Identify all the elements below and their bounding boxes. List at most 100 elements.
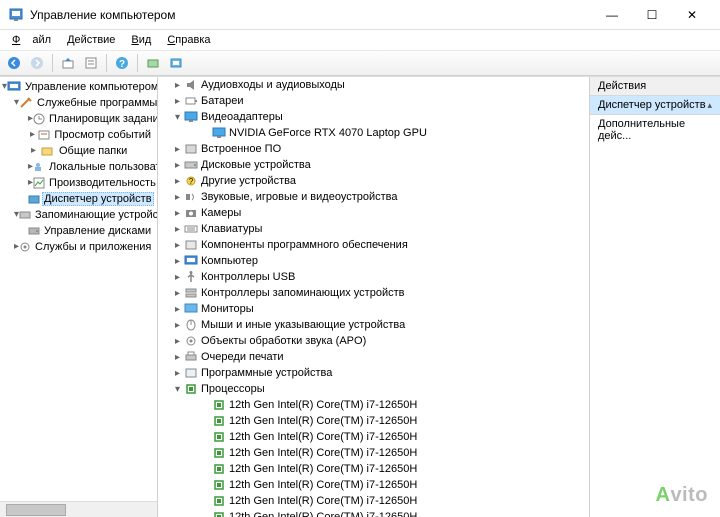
disk-icon (183, 158, 199, 172)
dev-cpu-core[interactable]: 12th Gen Intel(R) Core(TM) i7-12650H (158, 445, 589, 461)
dev-software[interactable]: ▸Компоненты программного обеспечения (158, 237, 589, 253)
dev-keyboard[interactable]: ▸Клавиатуры (158, 221, 589, 237)
dev-cpu-core[interactable]: 12th Gen Intel(R) Core(TM) i7-12650H (158, 413, 589, 429)
device-label: Камеры (201, 207, 241, 219)
expand-icon[interactable]: ▸ (172, 208, 183, 219)
expand-icon[interactable]: ▸ (172, 320, 183, 331)
menu-bar: Файл Действие Вид Справка (0, 30, 720, 50)
tree-group-storage[interactable]: ▾Запоминающие устройст (0, 207, 157, 223)
tree-item-shared[interactable]: ▸Общие папки (0, 143, 157, 159)
dev-other[interactable]: ▸?Другие устройства (158, 173, 589, 189)
console-tree[interactable]: ▾ Управление компьютером (лс ▾ Служебные… (0, 77, 157, 501)
mouse-icon (183, 318, 199, 332)
print-icon (183, 350, 199, 364)
dev-firmware[interactable]: ▸Встроенное ПО (158, 141, 589, 157)
expand-icon[interactable]: ▸ (172, 176, 183, 187)
actions-context[interactable]: Диспетчер устройств ▴ (590, 96, 720, 115)
menu-view[interactable]: Вид (125, 33, 157, 47)
menu-help[interactable]: Справка (161, 33, 216, 47)
close-button[interactable]: ✕ (672, 0, 712, 30)
computer-icon (7, 80, 21, 94)
device-label: Контроллеры запоминающих устройств (201, 287, 404, 299)
dev-gpu[interactable]: NVIDIA GeForce RTX 4070 Laptop GPU (158, 125, 589, 141)
cpu-icon (211, 446, 227, 460)
hscrollbar[interactable] (0, 501, 157, 517)
tree-item-scheduler[interactable]: ▸Планировщик заданий (0, 111, 157, 127)
apo-icon (183, 334, 199, 348)
expand-icon[interactable]: ▸ (172, 336, 183, 347)
dev-cpu-core[interactable]: 12th Gen Intel(R) Core(TM) i7-12650H (158, 509, 589, 517)
collapse-icon[interactable]: ▾ (172, 112, 183, 123)
maximize-button[interactable]: ☐ (632, 0, 672, 30)
chevron-up-icon[interactable]: ▴ (707, 100, 712, 111)
dev-monitor[interactable]: ▸Мониторы (158, 301, 589, 317)
expand-icon[interactable]: ▸ (172, 352, 183, 363)
device-label: 12th Gen Intel(R) Core(TM) i7-12650H (229, 511, 417, 517)
software-icon (183, 238, 199, 252)
dev-cpu-core[interactable]: 12th Gen Intel(R) Core(TM) i7-12650H (158, 429, 589, 445)
menu-action[interactable]: Действие (61, 33, 121, 47)
scrollbar-thumb[interactable] (6, 504, 66, 516)
dev-video[interactable]: ▾ Видеоадаптеры (158, 109, 589, 125)
device-tree-pane[interactable]: ▸Аудиовходы и аудиовыходы▸Батареи ▾ Видеоа… (158, 77, 590, 517)
tree-group-services[interactable]: ▸Службы и приложения (0, 239, 157, 255)
expand-icon[interactable]: ▸ (172, 80, 183, 91)
dev-cpu-core[interactable]: 12th Gen Intel(R) Core(TM) i7-12650H (158, 477, 589, 493)
tree-item-users[interactable]: ▸Локальные пользовате (0, 159, 157, 175)
dev-cpu-core[interactable]: 12th Gen Intel(R) Core(TM) i7-12650H (158, 493, 589, 509)
expand-icon[interactable]: ▸ (172, 368, 183, 379)
expand-icon[interactable]: ▸ (172, 288, 183, 299)
device-label: 12th Gen Intel(R) Core(TM) i7-12650H (229, 479, 417, 491)
collapse-icon[interactable]: ▾ (172, 384, 183, 395)
actions-more[interactable]: Дополнительные дейс... (590, 115, 720, 145)
tree-item-eventviewer[interactable]: ▸Просмотр событий (0, 127, 157, 143)
console-tree-pane: ▾ Управление компьютером (лс ▾ Служебные… (0, 77, 158, 517)
tree-root[interactable]: ▾ Управление компьютером (лс (0, 79, 157, 95)
expand-icon[interactable]: ▸ (172, 224, 183, 235)
keyboard-icon (183, 222, 199, 236)
firmware-icon (183, 142, 199, 156)
expand-icon[interactable]: ▸ (172, 160, 183, 171)
properties-button[interactable] (81, 53, 101, 73)
back-button[interactable] (4, 53, 24, 73)
forward-button[interactable] (27, 53, 47, 73)
dev-apo[interactable]: ▸ Объекты обработки звука (APO) (158, 333, 589, 349)
dev-cpu-core[interactable]: 12th Gen Intel(R) Core(TM) i7-12650H (158, 397, 589, 413)
dev-print[interactable]: ▸Очереди печати (158, 349, 589, 365)
dev-processors[interactable]: ▾Процессоры (158, 381, 589, 397)
up-button[interactable] (58, 53, 78, 73)
device-label: Объекты обработки звука (APO) (201, 335, 366, 347)
expand-icon[interactable]: ▸ (172, 256, 183, 267)
dev-cpu-core[interactable]: 12th Gen Intel(R) Core(TM) i7-12650H (158, 461, 589, 477)
dev-usb[interactable]: ▸ Контроллеры USB (158, 269, 589, 285)
expand-icon[interactable]: ▸ (172, 96, 183, 107)
device-label: Контроллеры USB (201, 271, 295, 283)
dev-disk[interactable]: ▸Дисковые устройства (158, 157, 589, 173)
dev-battery[interactable]: ▸Батареи (158, 93, 589, 109)
menu-file[interactable]: Файл (6, 33, 57, 47)
help-button[interactable]: ? (112, 53, 132, 73)
tree-group-utilities[interactable]: ▾ Служебные программы (0, 95, 157, 111)
dev-sound[interactable]: ▸Звуковые, игровые и видеоустройства (158, 189, 589, 205)
expand-icon[interactable]: ▸ (28, 146, 39, 156)
tree-item-perf[interactable]: ▸Производительность (0, 175, 157, 191)
dev-softdev[interactable]: ▸Программные устройства (158, 365, 589, 381)
minimize-button[interactable]: — (592, 0, 632, 30)
expand-icon[interactable]: ▸ (172, 192, 183, 203)
window-title: Управление компьютером (30, 8, 592, 22)
tree-item-devmgr[interactable]: Диспетчер устройств (0, 191, 157, 207)
expand-icon[interactable]: ▸ (28, 130, 37, 140)
expand-icon[interactable]: ▸ (172, 272, 183, 283)
expand-icon[interactable]: ▸ (172, 304, 183, 315)
device-label: Видеоадаптеры (201, 111, 283, 123)
dev-mouse[interactable]: ▸Мыши и иные указывающие устройства (158, 317, 589, 333)
expand-icon[interactable]: ▸ (172, 240, 183, 251)
tree-item-diskmgmt[interactable]: Управление дисками (0, 223, 157, 239)
device-button[interactable] (166, 53, 186, 73)
scan-button[interactable] (143, 53, 163, 73)
dev-camera[interactable]: ▸ Камеры (158, 205, 589, 221)
dev-audio[interactable]: ▸Аудиовходы и аудиовыходы (158, 77, 589, 93)
dev-computer[interactable]: ▸Компьютер (158, 253, 589, 269)
expand-icon[interactable]: ▸ (172, 144, 183, 155)
dev-storage[interactable]: ▸ Контроллеры запоминающих устройств (158, 285, 589, 301)
